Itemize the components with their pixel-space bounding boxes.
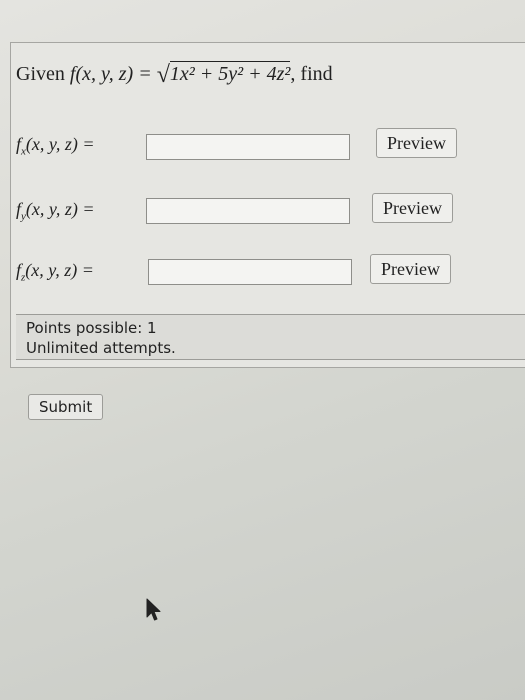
attempts-info: Unlimited attempts.	[26, 339, 176, 357]
given-word: Given	[16, 63, 65, 85]
question-prompt: Given f(x, y, z) = √1x² + 5y² + 4z² , fi…	[16, 60, 333, 88]
partial-x-input[interactable]	[146, 134, 350, 160]
submit-button[interactable]: Submit	[28, 394, 104, 420]
function-lhs: f(x, y, z) =	[69, 63, 152, 85]
partial-z-row: fz(x, y, z) = Preview	[16, 254, 525, 294]
radicand: 1x² + 5y² + 4z²	[169, 61, 291, 85]
partial-z-label: fz(x, y, z) =	[16, 260, 94, 284]
partial-y-label: fy(x, y, z) =	[16, 199, 95, 223]
points-possible: Points possible: 1	[26, 319, 157, 337]
partial-x-row: fx(x, y, z) = Preview	[16, 128, 525, 168]
arrow-cursor-icon	[146, 598, 161, 621]
preview-z-button[interactable]: Preview	[370, 254, 451, 284]
square-root: √1x² + 5y² + 4z²	[156, 60, 291, 88]
radical-icon: √	[156, 62, 170, 88]
preview-x-button[interactable]: Preview	[376, 128, 457, 158]
partial-y-input[interactable]	[146, 198, 350, 224]
question-info: Points possible: 1 Unlimited attempts.	[16, 314, 525, 360]
find-word: , find	[290, 63, 333, 85]
partial-x-label: fx(x, y, z) =	[16, 134, 95, 158]
partial-z-input[interactable]	[148, 259, 352, 285]
partial-y-row: fy(x, y, z) = Preview	[16, 193, 525, 233]
preview-y-button[interactable]: Preview	[372, 193, 453, 223]
